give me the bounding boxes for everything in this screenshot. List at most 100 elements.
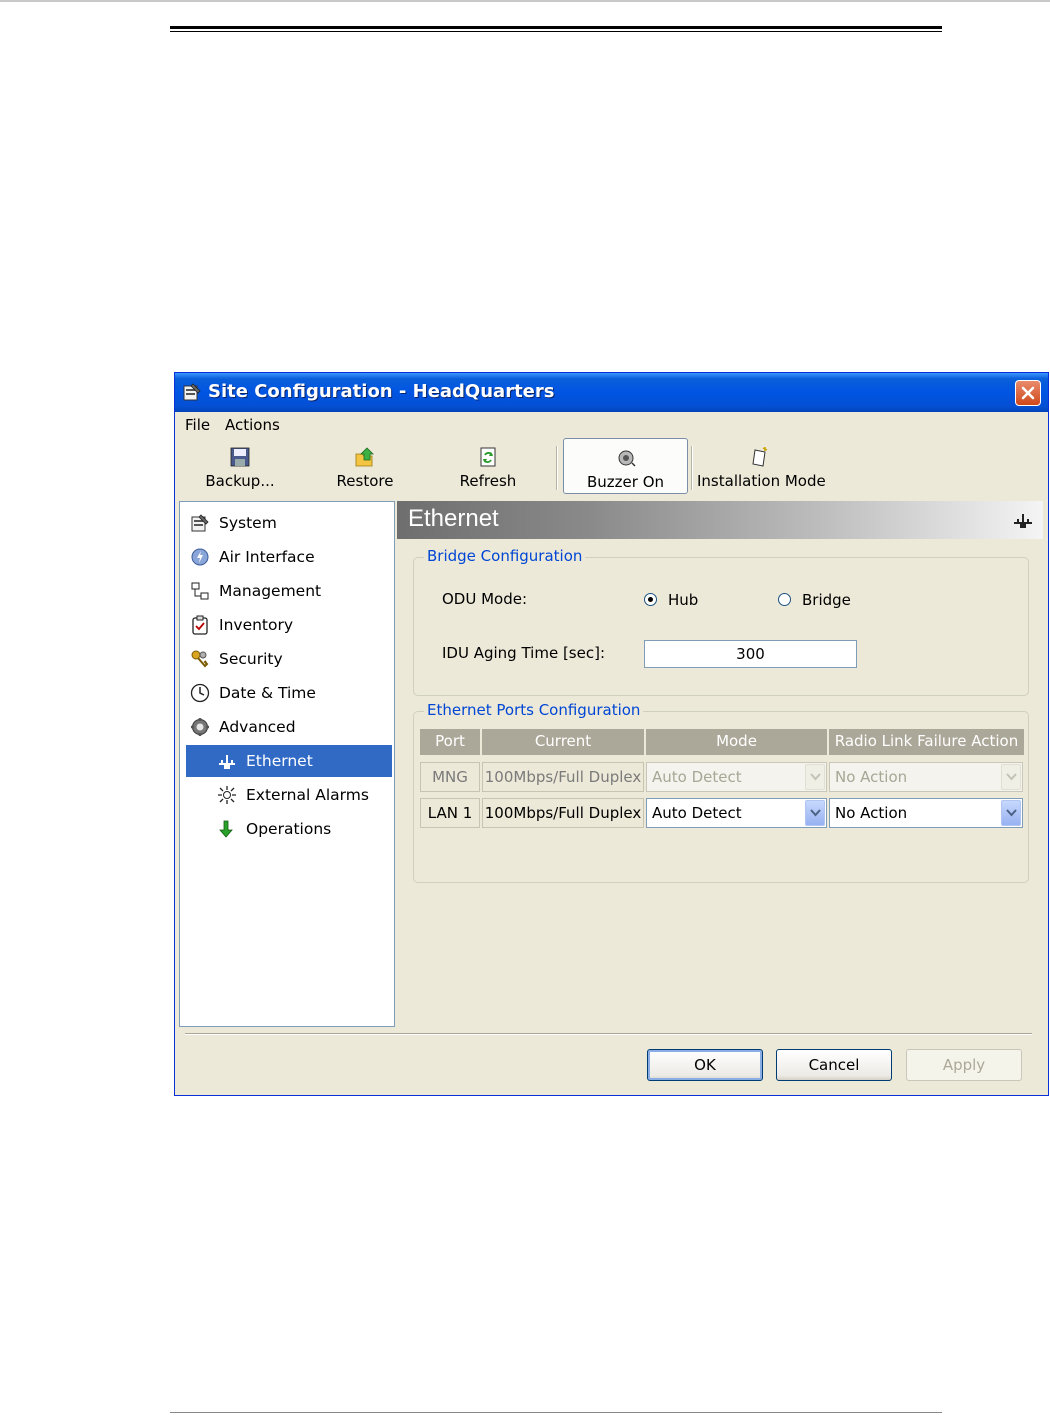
system-icon xyxy=(191,514,209,532)
installation-mode-icon xyxy=(752,447,768,467)
menu-bar: File Actions xyxy=(175,412,1048,436)
refresh-icon xyxy=(480,447,496,467)
lan1-action-dropdown-arrow[interactable] xyxy=(1001,800,1021,826)
nav-label-operations: Operations xyxy=(246,820,332,838)
nav-label-system: System xyxy=(219,514,277,532)
lan1-mode-dropdown-arrow[interactable] xyxy=(805,800,825,826)
chevron-down-icon xyxy=(810,773,821,781)
nav-label-date-time: Date & Time xyxy=(219,684,316,702)
close-button[interactable] xyxy=(1015,380,1041,406)
inventory-clipboard-icon xyxy=(192,615,208,635)
panel-title: Ethernet xyxy=(408,505,499,532)
buzzer-icon xyxy=(618,450,636,467)
mng-port-cell: MNG xyxy=(420,762,480,792)
ethernet-ports-title: Ethernet Ports Configuration xyxy=(424,701,644,719)
nav-item-security[interactable]: Security xyxy=(186,643,392,675)
nav-item-ethernet[interactable]: Ethernet xyxy=(186,745,392,777)
chevron-down-icon xyxy=(1006,773,1017,781)
ethernet-network-icon xyxy=(1014,514,1032,528)
document-header-rule-thin xyxy=(170,31,942,32)
chevron-down-icon xyxy=(1006,809,1017,817)
refresh-button[interactable]: Refresh xyxy=(433,438,543,494)
column-header-port: Port xyxy=(420,729,482,755)
backup-button[interactable]: Backup... xyxy=(185,438,295,494)
nav-label-air-interface: Air Interface xyxy=(219,548,315,566)
nav-item-management[interactable]: Management xyxy=(186,575,392,607)
restore-button[interactable]: Restore xyxy=(310,438,420,494)
mng-radio-link-failure-select: No Action xyxy=(829,762,1023,792)
ok-button[interactable]: OK xyxy=(647,1049,763,1081)
ethernet-panel: Ethernet Bridge Configuration ODU Mode: … xyxy=(397,501,1043,1027)
odu-mode-bridge-radio[interactable] xyxy=(778,593,791,606)
ethernet-network-icon xyxy=(219,755,235,769)
green-down-arrow-icon xyxy=(219,820,233,838)
nav-label-management: Management xyxy=(219,582,322,600)
nav-item-inventory[interactable]: Inventory xyxy=(186,609,392,641)
menu-file[interactable]: File xyxy=(185,416,210,434)
odu-mode-hub-radio[interactable] xyxy=(644,593,657,606)
mng-mode-value: Auto Detect xyxy=(652,768,742,786)
mng-mode-select: Auto Detect xyxy=(646,762,827,792)
column-header-mode: Mode xyxy=(646,729,829,755)
document-header-rule xyxy=(170,26,942,29)
column-header-current: Current xyxy=(482,729,646,755)
nav-item-air-interface[interactable]: Air Interface xyxy=(186,541,392,573)
menu-actions[interactable]: Actions xyxy=(225,416,280,434)
nav-item-system[interactable]: System xyxy=(186,507,392,539)
nav-item-advanced[interactable]: Advanced xyxy=(186,711,392,743)
lan1-port-cell: LAN 1 xyxy=(420,798,480,828)
refresh-label: Refresh xyxy=(459,472,517,490)
window-title: Site Configuration - HeadQuarters xyxy=(208,381,555,402)
panel-banner: Ethernet xyxy=(397,501,1043,539)
clock-icon xyxy=(190,683,210,703)
backup-label: Backup... xyxy=(205,472,275,490)
odu-mode-hub-label[interactable]: Hub xyxy=(668,591,698,609)
lan1-current-cell: 100Mbps/Full Duplex xyxy=(482,798,644,828)
restore-label: Restore xyxy=(336,472,394,490)
odu-mode-bridge-label[interactable]: Bridge xyxy=(802,591,851,609)
installation-mode-button[interactable]: Installation Mode xyxy=(697,438,826,494)
site-configuration-icon xyxy=(183,383,201,401)
nav-label-external-alarms: External Alarms xyxy=(246,786,369,804)
air-interface-icon xyxy=(191,548,209,566)
site-configuration-window: Site Configuration - HeadQuarters File A… xyxy=(174,372,1049,1096)
lan1-radio-link-failure-select[interactable]: No Action xyxy=(829,798,1023,828)
mng-action-dropdown-arrow xyxy=(1001,764,1021,790)
idu-aging-time-input[interactable]: 300 xyxy=(644,640,857,668)
management-icon xyxy=(191,582,209,600)
installation-mode-label: Installation Mode xyxy=(697,472,826,490)
nav-label-ethernet: Ethernet xyxy=(246,752,313,770)
mng-mode-dropdown-arrow xyxy=(805,764,825,790)
nav-item-date-time[interactable]: Date & Time xyxy=(186,677,392,709)
buzzer-label: Buzzer On xyxy=(586,473,665,491)
nav-label-inventory: Inventory xyxy=(219,616,294,634)
alarm-burst-icon xyxy=(218,786,236,804)
mng-current-cell: 100Mbps/Full Duplex xyxy=(482,762,644,792)
close-icon xyxy=(1021,386,1035,400)
cancel-button[interactable]: Cancel xyxy=(776,1049,892,1081)
gear-icon xyxy=(191,718,209,736)
bridge-configuration-title: Bridge Configuration xyxy=(424,547,586,565)
navigation-tree: System Air Interface Management Inventor… xyxy=(179,501,395,1027)
nav-item-operations[interactable]: Operations xyxy=(186,813,392,845)
lan1-mode-select[interactable]: Auto Detect xyxy=(646,798,827,828)
floppy-disk-icon xyxy=(230,447,250,467)
security-keys-icon xyxy=(191,650,209,668)
apply-button: Apply xyxy=(906,1049,1022,1081)
lan1-action-value: No Action xyxy=(835,804,908,822)
nav-label-advanced: Advanced xyxy=(219,718,296,736)
button-separator xyxy=(185,1033,1032,1035)
ethernet-ports-group: Ethernet Ports Configuration Port Curren… xyxy=(413,701,1029,883)
mng-action-value: No Action xyxy=(835,768,908,786)
restore-folder-icon xyxy=(355,447,374,467)
toolbar-separator xyxy=(691,446,693,490)
title-bar[interactable]: Site Configuration - HeadQuarters xyxy=(175,373,1048,412)
lan1-mode-value: Auto Detect xyxy=(652,804,742,822)
idu-aging-time-label: IDU Aging Time [sec]: xyxy=(442,644,605,662)
chevron-down-icon xyxy=(810,809,821,817)
buzzer-button[interactable]: Buzzer On xyxy=(563,438,688,494)
page-top-rule xyxy=(0,0,1050,2)
nav-item-external-alarms[interactable]: External Alarms xyxy=(186,779,392,811)
odu-mode-label: ODU Mode: xyxy=(442,590,528,608)
toolbar-separator xyxy=(556,446,558,490)
